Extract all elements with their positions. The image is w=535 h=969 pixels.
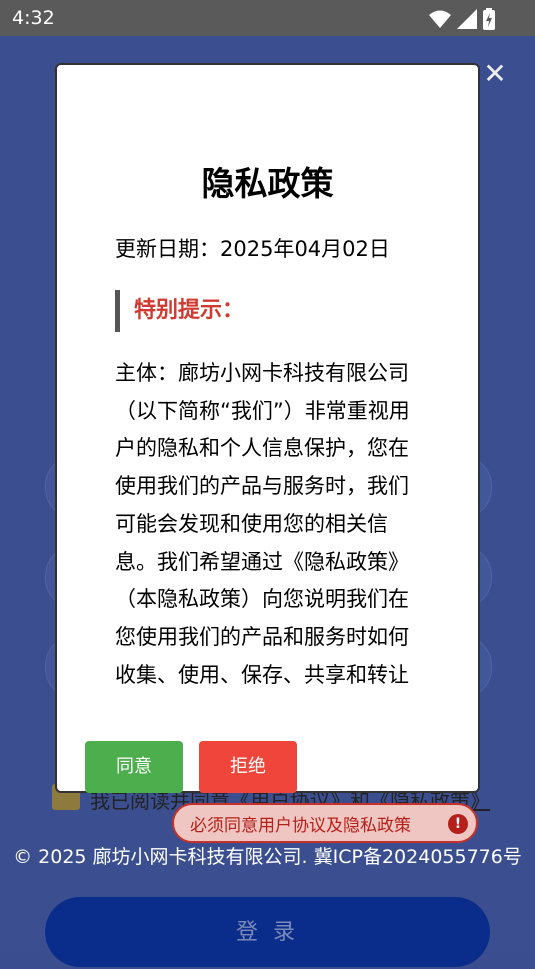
signal-icon xyxy=(457,9,477,29)
close-icon[interactable]: ✕ xyxy=(482,60,508,88)
notice-heading: 特别提示： xyxy=(115,290,244,332)
status-icons xyxy=(429,8,495,30)
wifi-icon xyxy=(429,10,451,28)
status-time: 4:32 xyxy=(12,7,55,29)
update-date: 更新日期：2025年04月02日 xyxy=(115,237,390,261)
reject-button[interactable]: 拒绝 xyxy=(199,741,297,793)
agree-button[interactable]: 同意 xyxy=(85,741,183,793)
dialog-title: 隐私政策 xyxy=(201,164,334,203)
battery-icon xyxy=(483,8,495,30)
privacy-dialog: 隐私政策 更新日期：2025年04月02日 特别提示： 主体：廊坊小网卡科技有限… xyxy=(55,63,480,793)
status-bar: 4:32 xyxy=(0,0,535,36)
policy-body[interactable]: 主体：廊坊小网卡科技有限公司（以下简称“我们”）非常重视用户的隐私和个人信息保护… xyxy=(115,355,410,695)
